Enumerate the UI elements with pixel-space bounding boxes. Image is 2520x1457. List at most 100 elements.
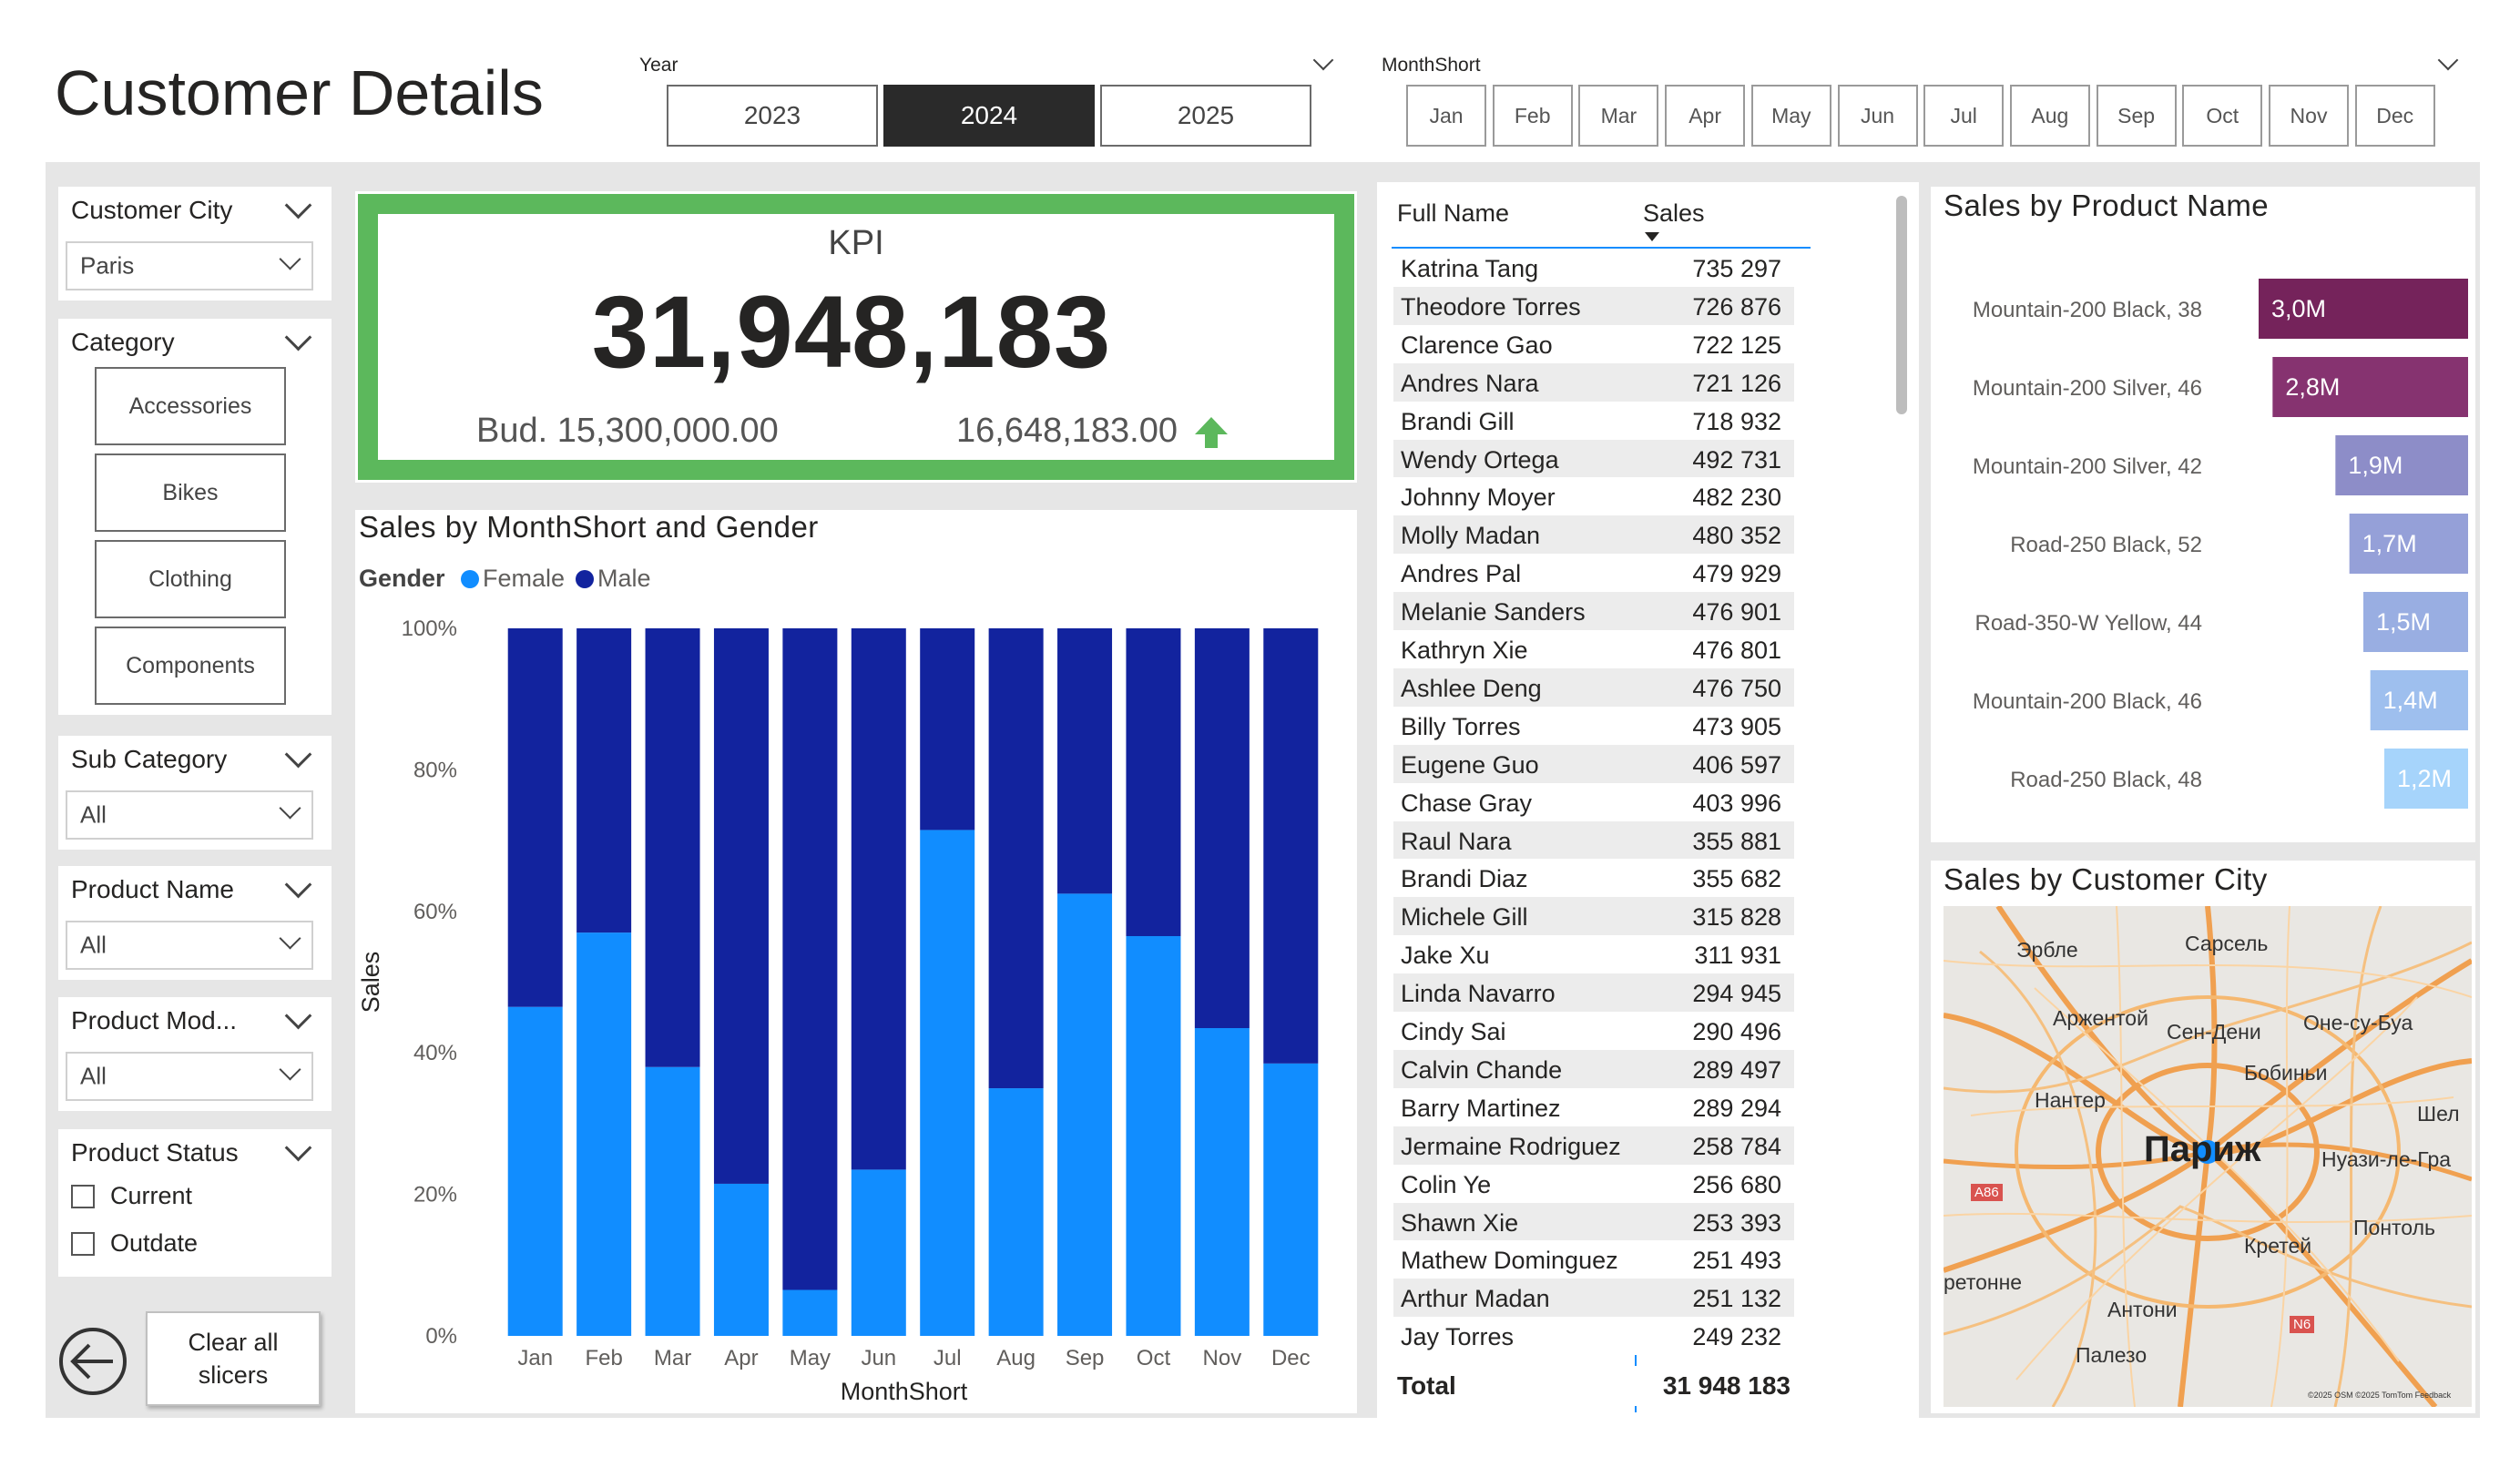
bar-male-may[interactable] [782, 628, 838, 1290]
customer-city-dropdown[interactable]: Paris [66, 241, 313, 290]
table-cell-sales: 476 750 [1692, 674, 1781, 702]
table-row[interactable]: Arthur Madan 251 132 [1393, 1279, 1794, 1318]
y-tick-label: 80% [413, 758, 457, 782]
bar-female-jul[interactable] [920, 830, 975, 1336]
bar-female-may[interactable] [782, 1289, 838, 1336]
table-row[interactable]: Molly Madan 480 352 [1393, 515, 1794, 555]
bar-female-mar[interactable] [645, 1066, 700, 1336]
table-cell-sales: 258 784 [1692, 1132, 1781, 1160]
month-tile-jun[interactable]: Jun [1837, 85, 1918, 147]
month-tile-apr[interactable]: Apr [1665, 85, 1746, 147]
table-row[interactable]: Katrina Tang 735 297 [1393, 249, 1794, 287]
table-row[interactable]: Michele Gill 315 828 [1393, 897, 1794, 936]
outdate-checkbox[interactable] [71, 1232, 95, 1256]
table-row[interactable]: Barry Martinez 289 294 [1393, 1087, 1794, 1126]
table-row[interactable]: Theodore Torres 726 876 [1393, 286, 1794, 325]
month-tile-mar[interactable]: Mar [1578, 85, 1659, 147]
product-bar-label: 1,9M [2348, 452, 2403, 479]
table-row[interactable]: Brandi Gill 718 932 [1393, 401, 1794, 440]
sub-category-dropdown[interactable]: All [66, 790, 313, 840]
bar-male-dec[interactable] [1263, 628, 1319, 1064]
table-row[interactable]: Kathryn Xie 476 801 [1393, 630, 1794, 668]
bar-male-jun[interactable] [851, 628, 906, 1170]
month-tile-feb[interactable]: Feb [1492, 85, 1573, 147]
table-header-full-name[interactable]: Full Name [1397, 199, 1509, 228]
chevron-down-icon[interactable] [284, 740, 312, 769]
bar-male-nov[interactable] [1194, 628, 1250, 1029]
category-tile-accessories[interactable]: Accessories [95, 367, 286, 445]
back-arrow-icon[interactable] [56, 1325, 129, 1398]
table-row[interactable]: Colin Ye 256 680 [1393, 1164, 1794, 1203]
table-row[interactable]: Mathew Dominguez 251 493 [1393, 1240, 1794, 1279]
bar-female-dec[interactable] [1263, 1063, 1319, 1336]
month-tile-oct[interactable]: Oct [2182, 85, 2263, 147]
year-tile-2024[interactable]: 2024 [883, 85, 1095, 147]
chevron-down-icon[interactable] [284, 323, 312, 352]
category-tile-clothing[interactable]: Clothing [95, 540, 286, 618]
bar-female-jan[interactable] [507, 1006, 563, 1336]
month-tile-nov[interactable]: Nov [2269, 85, 2349, 147]
bar-male-feb[interactable] [576, 628, 632, 933]
table-row[interactable]: Wendy Ortega 492 731 [1393, 439, 1794, 478]
chevron-down-icon[interactable] [284, 191, 312, 219]
chevron-down-icon[interactable] [284, 871, 312, 899]
table-row[interactable]: Raul Nara 355 881 [1393, 820, 1794, 860]
table-row[interactable]: Calvin Chande 289 497 [1393, 1049, 1794, 1088]
month-tile-sep[interactable]: Sep [2096, 85, 2177, 147]
bar-female-apr[interactable] [713, 1183, 769, 1336]
month-tile-may[interactable]: May [1750, 85, 1831, 147]
product-name-dropdown[interactable]: All [66, 921, 313, 970]
clear-all-slicers-button[interactable]: Clear all slicers [146, 1311, 321, 1406]
bar-male-oct[interactable] [1126, 628, 1181, 936]
table-row[interactable]: Billy Torres 473 905 [1393, 706, 1794, 745]
table-row[interactable]: Ashlee Deng 476 750 [1393, 667, 1794, 707]
chevron-down-icon[interactable] [284, 1002, 312, 1030]
table-header-sales[interactable]: Sales [1643, 199, 1705, 228]
bar-male-jan[interactable] [507, 628, 563, 1007]
table-row[interactable]: Jake Xu 311 931 [1393, 935, 1794, 974]
bar-male-mar[interactable] [645, 628, 700, 1067]
product-bar-label: 1,7M [2362, 530, 2417, 557]
current-checkbox[interactable] [71, 1185, 95, 1208]
month-tile-jul[interactable]: Jul [1923, 85, 2005, 147]
year-slicer-chevron-icon[interactable] [1312, 49, 1334, 71]
bar-female-sep[interactable] [1057, 893, 1113, 1336]
month-tile-jan[interactable]: Jan [1406, 85, 1486, 147]
table-row[interactable]: Eugene Guo 406 597 [1393, 744, 1794, 783]
table-row[interactable]: Melanie Sanders 476 901 [1393, 592, 1794, 631]
month-tile-aug[interactable]: Aug [2009, 85, 2090, 147]
table-cell-full-name: Jake Xu [1401, 942, 1490, 970]
month-tile-dec[interactable]: Dec [2354, 85, 2435, 147]
bar-female-aug[interactable] [988, 1088, 1044, 1336]
table-scrollbar[interactable] [1896, 196, 1907, 414]
table-row[interactable]: Clarence Gao 722 125 [1393, 324, 1794, 363]
map-canvas[interactable]: Эрбле Сарсель Аржентой Сен-Дени Оне-су-Буа Бо… [1944, 906, 2472, 1407]
table-row[interactable]: Linda Navarro 294 945 [1393, 973, 1794, 1013]
bar-female-feb[interactable] [576, 932, 632, 1336]
table-row[interactable]: Andres Nara 721 126 [1393, 362, 1794, 402]
table-row[interactable]: Jay Torres 249 232 [1393, 1317, 1794, 1356]
month-slicer-chevron-icon[interactable] [2437, 49, 2459, 71]
bar-male-jul[interactable] [920, 628, 975, 830]
table-row[interactable]: Jermaine Rodriguez 258 784 [1393, 1126, 1794, 1165]
table-row[interactable]: Chase Gray 403 996 [1393, 782, 1794, 821]
sort-descending-icon[interactable] [1643, 230, 1661, 243]
table-row[interactable]: Shawn Xie 253 393 [1393, 1202, 1794, 1241]
year-tile-2025[interactable]: 2025 [1100, 85, 1311, 147]
bar-male-sep[interactable] [1057, 628, 1113, 894]
table-row[interactable]: Brandi Diaz 355 682 [1393, 859, 1794, 898]
table-row[interactable]: Cindy Sai 290 496 [1393, 1012, 1794, 1050]
product-model-dropdown[interactable]: All [66, 1052, 313, 1101]
table-row[interactable]: Johnny Moyer 482 230 [1393, 477, 1794, 516]
category-tile-bikes[interactable]: Bikes [95, 453, 286, 532]
bar-female-jun[interactable] [851, 1169, 906, 1336]
bar-male-apr[interactable] [713, 628, 769, 1184]
bar-male-aug[interactable] [988, 628, 1044, 1089]
bar-female-nov[interactable] [1194, 1028, 1250, 1336]
category-tile-components[interactable]: Components [95, 627, 286, 705]
chevron-down-icon[interactable] [284, 1134, 312, 1162]
bar-female-oct[interactable] [1126, 935, 1181, 1336]
year-tile-2023[interactable]: 2023 [667, 85, 878, 147]
table-total-label: Total [1397, 1371, 1456, 1400]
table-row[interactable]: Andres Pal 479 929 [1393, 554, 1794, 593]
